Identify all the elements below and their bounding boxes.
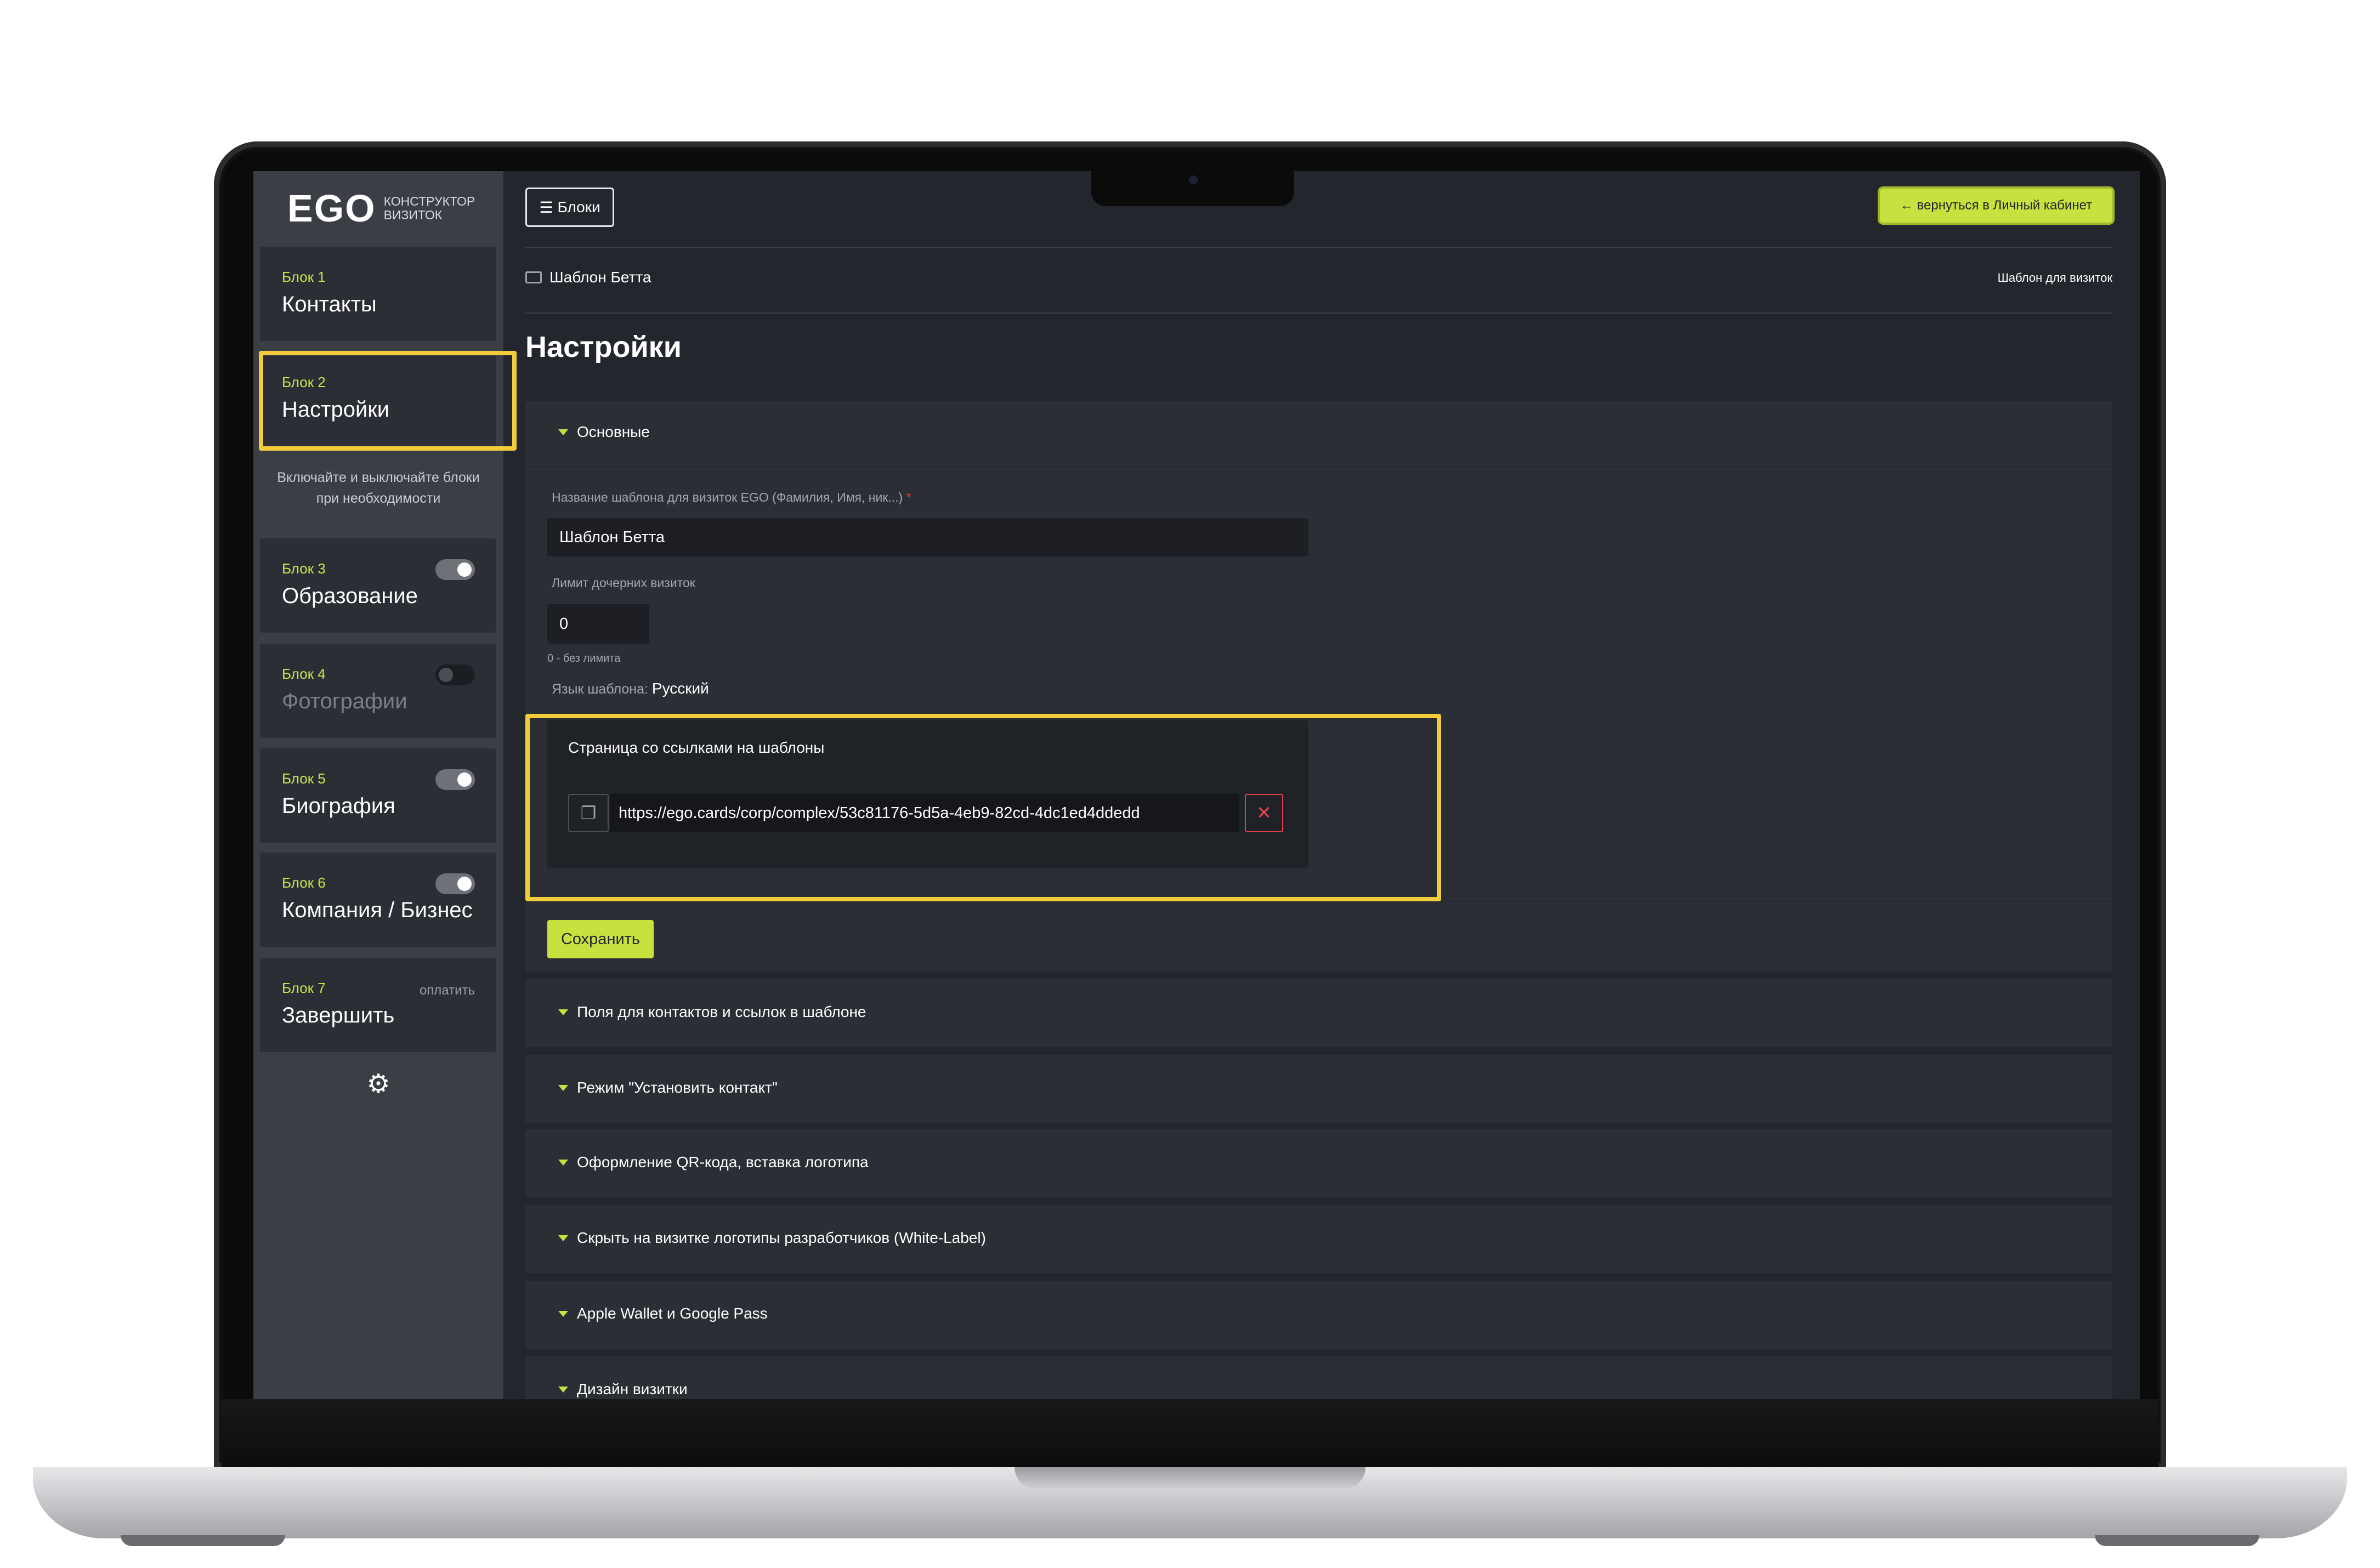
chevron-down-icon [558, 1009, 568, 1015]
block-name: Биография [282, 794, 395, 818]
accordion-title: Режим "Установить контакт" [577, 1079, 778, 1096]
chevron-down-icon [558, 1386, 568, 1393]
id-card-icon [525, 271, 542, 283]
template-language-value[interactable]: Русский [652, 680, 709, 697]
accordion-title: Основные [577, 423, 650, 440]
pay-label[interactable]: оплатить [420, 983, 475, 998]
save-button[interactable]: Сохранить [547, 920, 654, 958]
accordion-qr-code[interactable]: Оформление QR-кода, вставка логотипа [525, 1129, 2112, 1197]
child-limit-input[interactable]: 0 [547, 604, 649, 644]
laptop-base-notch [1015, 1467, 1365, 1489]
accordion-header[interactable]: Режим "Установить контакт" [558, 1079, 778, 1097]
main-settings-panel: Основные Название шаблона для визиток EG… [525, 401, 2112, 972]
divider [525, 247, 2112, 248]
template-name-label: Название шаблона для визиток EGO (Фамили… [552, 490, 911, 505]
block-name: Образование [282, 584, 418, 608]
sidebar-block-education[interactable]: Блок 3 Образование [260, 538, 496, 633]
accordion-main-header[interactable]: Основные [558, 423, 650, 441]
block-name: Фотографии [282, 689, 407, 713]
sidebar-block-finish[interactable]: Блок 7 Завершить оплатить [260, 958, 496, 1052]
main-content: ☰ Блоки ← вернуться в Личный кабинет Шаб… [503, 171, 2140, 1399]
accordion-header[interactable]: Скрыть на визитке логотипы разработчиков… [558, 1229, 986, 1247]
sidebar-block-contacts[interactable]: Блок 1 Контакты [260, 247, 496, 341]
back-to-cabinet-button[interactable]: ← вернуться в Личный кабинет [1880, 189, 2112, 223]
logo-subtitle-line-2: визиток [383, 208, 443, 222]
block-name: Контакты [282, 292, 377, 316]
logo[interactable]: EGO конструктор визиток [287, 186, 475, 230]
required-mark: * [906, 490, 911, 504]
accordion-header[interactable]: Apple Wallet и Google Pass [558, 1305, 768, 1322]
chevron-down-icon [558, 429, 568, 435]
divider [525, 313, 2112, 314]
menu-icon: ☰ [539, 198, 553, 216]
sidebar-hint: Включайте и выключайте блоки при необход… [277, 470, 480, 506]
template-links-box: Страница со ссылками на шаблоны ❐ https:… [547, 720, 1308, 868]
block-name: Завершить [282, 1003, 395, 1027]
accordion-title: Apple Wallet и Google Pass [577, 1305, 768, 1322]
accordion-install-contact[interactable]: Режим "Установить контакт" [525, 1055, 2112, 1123]
logo-subtitle: конструктор визиток [384, 195, 475, 222]
template-name-input[interactable]: Шаблон Бетта [547, 518, 1308, 556]
sidebar-block-photos[interactable]: Блок 4 Фотографии [260, 644, 496, 738]
sidebar-block-company[interactable]: Блок 6 Компания / Бизнес [260, 853, 496, 947]
accordion-title: Оформление QR-кода, вставка логотипа [577, 1154, 869, 1171]
breadcrumb: Шаблон Бетта [525, 269, 651, 286]
breadcrumb-text[interactable]: Шаблон Бетта [549, 269, 651, 286]
sidebar: EGO конструктор визиток Блок 1 Контакты … [253, 171, 503, 1399]
accordion-wallet[interactable]: Apple Wallet и Google Pass [525, 1281, 2112, 1349]
page-title: Настройки [525, 331, 682, 363]
block-number: Блок 1 [282, 269, 326, 285]
gear-icon[interactable]: ⚙ [364, 1070, 393, 1099]
template-language-label: Язык шаблона: [552, 681, 648, 697]
child-limit-hint: 0 - без лимита [547, 652, 621, 664]
block-number: Блок 2 [282, 374, 326, 390]
child-limit-label: Лимит дочерних визиток [552, 576, 695, 590]
sidebar-block-biography[interactable]: Блок 5 Биография [260, 748, 496, 843]
block-name: Компания / Бизнес [282, 898, 473, 922]
template-links-title: Страница со ссылками на шаблоны [568, 739, 825, 756]
divider [525, 466, 2112, 467]
logo-subtitle-line-1: конструктор [383, 194, 475, 208]
accordion-header[interactable]: Поля для контактов и ссылок в шаблоне [558, 1003, 866, 1021]
sidebar-block-settings[interactable]: Блок 2 Настройки [260, 352, 496, 446]
divider [525, 901, 2112, 902]
accordion-white-label[interactable]: Скрыть на визитке логотипы разработчиков… [525, 1205, 2112, 1273]
template-language: Язык шаблона: Русский [552, 680, 709, 697]
accordion-header[interactable]: Оформление QR-кода, вставка логотипа [558, 1154, 869, 1171]
screen: EGO конструктор визиток Блок 1 Контакты … [253, 171, 2140, 1399]
template-link-url[interactable]: https://ego.cards/corp/complex/53c81176-… [610, 794, 1239, 832]
block-name: Настройки [282, 397, 390, 422]
chevron-down-icon [558, 1235, 568, 1241]
chevron-down-icon [558, 1084, 568, 1091]
blocks-button-label: Блоки [557, 198, 600, 215]
laptop-chin [222, 1399, 2158, 1468]
accordion-header[interactable]: Дизайн визитки [558, 1380, 688, 1398]
accordion-contact-fields[interactable]: Поля для контактов и ссылок в шаблоне [525, 979, 2112, 1047]
accordion-title: Дизайн визитки [577, 1380, 688, 1397]
block-toggle[interactable] [435, 664, 475, 685]
laptop-foot-left [121, 1535, 285, 1546]
breadcrumb-right: Шаблон для визиток [1997, 271, 2112, 285]
accordion-title: Скрыть на визитке логотипы разработчиков… [577, 1229, 986, 1246]
laptop-foot-right [2095, 1535, 2259, 1546]
copy-icon[interactable]: ❐ [568, 794, 609, 832]
block-toggle[interactable] [435, 769, 475, 790]
logo-text: EGO [287, 187, 376, 230]
camera-icon [1189, 175, 1198, 184]
block-toggle[interactable] [435, 559, 475, 580]
template-name-label-text: Название шаблона для визиток EGO (Фамили… [552, 490, 903, 504]
close-icon[interactable]: ✕ [1245, 794, 1283, 832]
chevron-down-icon [558, 1159, 568, 1166]
blocks-button[interactable]: ☰ Блоки [525, 188, 614, 227]
chevron-down-icon [558, 1310, 568, 1317]
accordion-title: Поля для контактов и ссылок в шаблоне [577, 1003, 866, 1020]
accordion-card-design[interactable]: Дизайн визитки [525, 1356, 2112, 1399]
block-toggle[interactable] [435, 873, 475, 894]
